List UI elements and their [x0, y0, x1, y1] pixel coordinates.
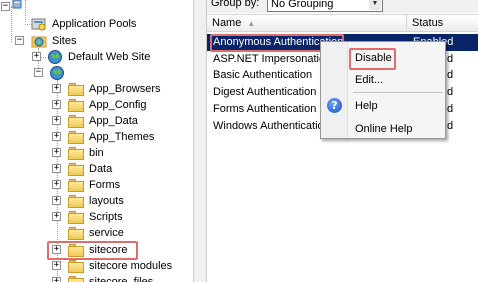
menu-item-online-help[interactable]: Online Help: [355, 121, 412, 137]
tree-item-folder[interactable]: + App_Data: [52, 113, 140, 129]
tree-item-label: App_Themes: [89, 131, 155, 143]
column-header-status[interactable]: Status: [407, 15, 478, 32]
pane-splitter[interactable]: [193, 0, 207, 282]
folder-icon: [68, 226, 84, 240]
column-header-label: Status: [412, 17, 444, 29]
list-item-name: Digest Authentication: [213, 86, 317, 98]
list-header: Name ▲ Status: [207, 14, 478, 32]
expand-expander[interactable]: +: [52, 116, 61, 125]
application-pools-icon: [31, 16, 47, 32]
menu-item-edit[interactable]: Edit...: [355, 72, 383, 88]
collapse-expander[interactable]: −: [1, 2, 10, 11]
globe-icon: [49, 65, 65, 81]
highlight-box: [349, 48, 396, 70]
list-item-status: d: [447, 103, 454, 115]
tree-item-label: sitecore_files: [89, 276, 154, 282]
groupby-toolbar: Group by: No Grouping ▼: [207, 0, 478, 13]
collapse-expander[interactable]: −: [34, 68, 43, 77]
tree-item-folder[interactable]: + Forms: [52, 177, 122, 193]
list-item-status: d: [447, 120, 454, 132]
tree-item-folder[interactable]: service: [68, 225, 126, 241]
help-icon: ?: [327, 98, 342, 113]
menu-gutter: [321, 42, 348, 138]
folder-icon: [68, 98, 84, 112]
folder-icon: [68, 114, 84, 128]
expand-expander[interactable]: +: [52, 212, 61, 221]
tree-line: [11, 6, 12, 42]
expand-expander[interactable]: +: [52, 84, 61, 93]
tree-item-label: sitecore modules: [89, 260, 173, 272]
expand-expander[interactable]: +: [52, 164, 61, 173]
tree-item-folder[interactable]: + Scripts: [52, 209, 125, 225]
expand-expander[interactable]: +: [52, 196, 61, 205]
globe-icon: [47, 49, 63, 65]
list-item-status: d: [447, 69, 454, 81]
column-header-label: Name: [212, 17, 242, 29]
tree-item-label: Scripts: [89, 211, 123, 223]
folder-icon: [68, 146, 84, 160]
folder-icon: [68, 210, 84, 224]
sites-folder-icon: [31, 33, 47, 49]
collapse-expander[interactable]: −: [15, 36, 24, 45]
list-item-status: d: [447, 53, 454, 65]
tree-item-folder[interactable]: + App_Browsers: [52, 81, 163, 97]
tree-item-label: bin: [89, 147, 104, 159]
groupby-label: Group by:: [211, 0, 260, 9]
list-item-name: ASP.NET Impersonation: [213, 53, 332, 65]
folder-icon: [68, 162, 84, 176]
folder-icon: [68, 275, 84, 282]
tree-item-application-pools[interactable]: Application Pools: [31, 16, 138, 32]
tree-item-folder[interactable]: + App_Config: [52, 97, 149, 113]
sort-ascending-icon: ▲: [247, 19, 256, 28]
tree-item-folder[interactable]: + sitecore modules: [52, 258, 174, 274]
expand-expander[interactable]: +: [52, 277, 61, 282]
tree-line: [25, 0, 26, 22]
tree-item-label: App_Browsers: [89, 83, 161, 95]
list-item-name: Basic Authentication: [213, 69, 313, 81]
tree-item-label: Default Web Site: [68, 51, 151, 63]
tree-item-sites[interactable]: − Sites: [15, 33, 78, 49]
tree-item-label: service: [89, 227, 124, 239]
expand-expander[interactable]: +: [52, 148, 61, 157]
chevron-down-icon[interactable]: ▼: [369, 0, 381, 10]
tree-item-folder[interactable]: + App_Themes: [52, 129, 156, 145]
expand-expander[interactable]: +: [52, 180, 61, 189]
tree-item-label: Application Pools: [52, 18, 137, 30]
groupby-value: No Grouping: [271, 0, 334, 10]
expand-expander[interactable]: +: [52, 261, 61, 270]
expand-expander[interactable]: +: [32, 52, 41, 61]
groupby-dropdown[interactable]: No Grouping ▼: [267, 0, 383, 12]
tree-item-folder[interactable]: + layouts: [52, 193, 126, 209]
tree-item-label: Sites: [52, 35, 77, 47]
tree-item-folder[interactable]: + Data: [52, 161, 114, 177]
menu-separator: [353, 92, 443, 93]
folder-icon: [68, 82, 84, 96]
tree-item-folder[interactable]: + sitecore_files: [52, 274, 155, 282]
tree-item-label: Data: [89, 163, 113, 175]
list-item-status: d: [447, 86, 454, 98]
tree-item-label: App_Config: [89, 99, 147, 111]
tree-item-default-web-site[interactable]: + Default Web Site: [32, 49, 152, 65]
column-header-name[interactable]: Name ▲: [207, 15, 407, 32]
folder-icon: [68, 259, 84, 273]
list-item-name: Windows Authentication: [213, 120, 330, 132]
expand-expander[interactable]: +: [52, 100, 61, 109]
tree-pane: − Application Pools − Sites + Default We…: [0, 0, 193, 282]
tree-item-label: App_Data: [89, 115, 138, 127]
tree-item-folder[interactable]: + bin: [52, 145, 106, 161]
menu-item-help[interactable]: Help: [355, 98, 378, 114]
tree-item-site-expanded[interactable]: −: [34, 65, 65, 81]
list-item-name: Forms Authentication: [213, 103, 317, 115]
context-menu: Disable Edit... ? Help Online Help: [320, 41, 446, 139]
expand-expander[interactable]: +: [52, 132, 61, 141]
server-icon: [12, 0, 22, 10]
folder-icon: [68, 130, 84, 144]
folder-icon: [68, 178, 84, 192]
folder-icon: [68, 194, 84, 208]
highlight-box: [47, 241, 138, 260]
tree-item-label: Forms: [89, 179, 121, 191]
tree-item-label: layouts: [89, 195, 124, 207]
